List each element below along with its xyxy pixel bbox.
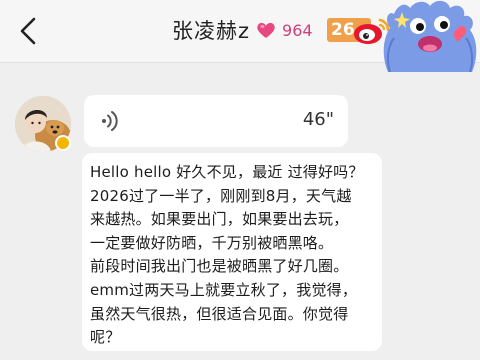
text-message[interactable]: Hello hello 好久不见，最近 过得好吗？ 2026过了一半了，刚刚到8… — [82, 153, 382, 351]
voice-icon — [102, 111, 118, 131]
back-arrow-icon — [20, 17, 36, 45]
message-line: 来越热。如果要出门，如果要出去玩， — [90, 210, 349, 229]
chat-title: 张凌赫z — [172, 19, 251, 43]
message-line: emm过两天马上就要立秋了，我觉得， — [90, 280, 358, 299]
heart-count: 964 — [282, 20, 313, 40]
message-line: 虽然天气很热，但很适合见面。你觉得 — [90, 304, 349, 323]
message-line: 前段时间我出门也是被晒黑了好几圈。 — [90, 257, 349, 276]
voice-message[interactable]: 46" — [84, 95, 348, 147]
verified-badge — [55, 135, 71, 151]
voice-duration: 46" — [302, 109, 334, 130]
message-line: 呢？ — [90, 328, 121, 347]
message-line: Hello hello 好久不见，最近 过得好吗？ — [90, 163, 364, 181]
title-group: 张凌赫z 964 — [172, 15, 313, 45]
message-line: 2026过了一半了，刚刚到8月，天气越 — [90, 186, 352, 205]
message-line: 一定要做好防晒，千万别被晒黑咯。 — [90, 233, 334, 252]
chat-header: 张凌赫z 964 26 — [0, 0, 480, 72]
back-button[interactable] — [14, 14, 42, 48]
monster-sticker — [383, 1, 477, 72]
heart-icon — [257, 22, 275, 38]
